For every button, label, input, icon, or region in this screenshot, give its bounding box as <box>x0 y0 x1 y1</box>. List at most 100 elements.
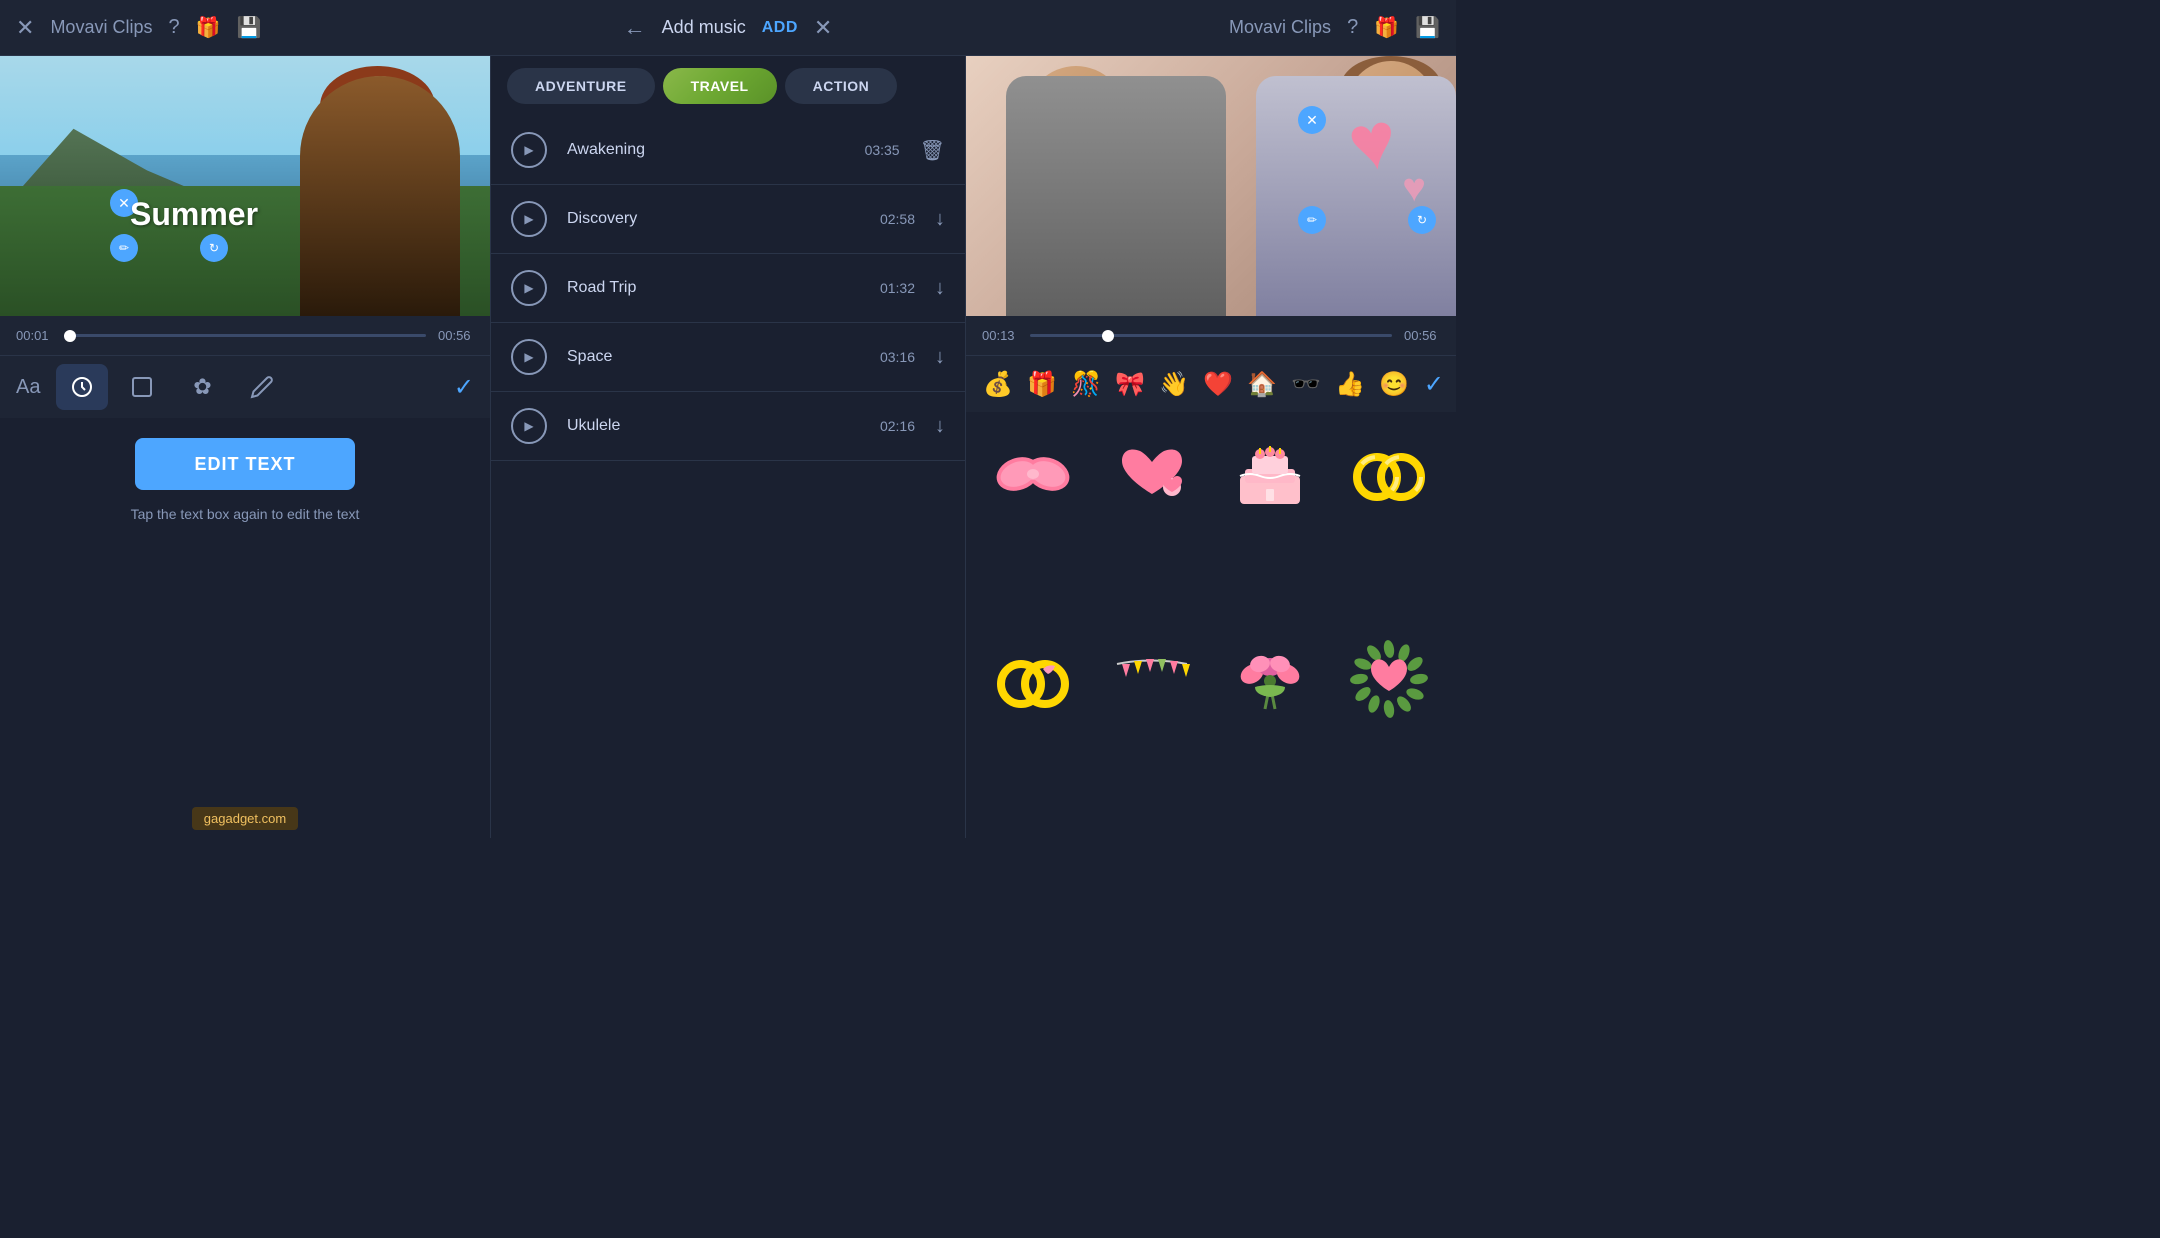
overlay-text: Summer <box>130 196 258 232</box>
track-name-discovery: Discovery <box>567 210 880 228</box>
sticker-timeline: 00:13 00:56 <box>966 316 1456 355</box>
music-list: ▶ Awakening 03:35 🗑 ▶ Discovery 02:58 ↓ … <box>491 116 965 838</box>
clock-tool-btn[interactable] <box>56 364 108 410</box>
color-tool-btn[interactable]: ✿ <box>176 364 228 410</box>
page-title: Add music <box>662 17 746 38</box>
toolbar-check-left[interactable]: ✓ <box>454 373 474 402</box>
nav-center: ← Add music ADD ✕ <box>356 15 1100 41</box>
sticker-heart-wreath[interactable] <box>1334 629 1445 729</box>
time-start-right: 00:13 <box>982 328 1018 343</box>
sticker-bow[interactable] <box>978 424 1089 524</box>
edit-hint-text: Tap the text box again to edit the text <box>131 506 360 522</box>
emoji-money[interactable]: 💰 <box>978 364 1018 404</box>
sticker-check[interactable]: ✓ <box>1424 370 1444 399</box>
download-icon-space[interactable]: ↓ <box>935 346 945 369</box>
progress-dot-left[interactable] <box>64 330 76 342</box>
play-button-space[interactable]: ▶ <box>511 339 547 375</box>
track-name-ukulele: Ukulele <box>567 417 880 435</box>
close-button-left[interactable]: ✕ <box>16 15 34 41</box>
download-icon-roadtrip[interactable]: ↓ <box>935 277 945 300</box>
play-button-roadtrip[interactable]: ▶ <box>511 270 547 306</box>
sticker-emoji-bar: 💰 🎁 🎊 🎀 👋 ❤️ 🏠 🕶️ 👍 😊 ✓ <box>966 355 1456 412</box>
emoji-heart[interactable]: ❤️ <box>1198 364 1238 404</box>
music-item[interactable]: ▶ Awakening 03:35 🗑 <box>491 116 965 185</box>
pencil-tool-btn[interactable] <box>236 364 288 410</box>
music-item[interactable]: ▶ Road Trip 01:32 ↓ <box>491 254 965 323</box>
gift-icon-left[interactable]: 🎁 <box>196 15 221 40</box>
sticker-progress-track[interactable] <box>1030 334 1392 337</box>
text-resize-handle[interactable]: ↻ <box>200 234 228 262</box>
track-name-awakening: Awakening <box>567 141 865 159</box>
save-icon-right[interactable]: 💾 <box>1415 15 1440 40</box>
sticker-progress-dot[interactable] <box>1102 330 1114 342</box>
text-size-label[interactable]: Aa <box>16 376 40 399</box>
edit-text-section: EDIT TEXT Tap the text box again to edit… <box>0 418 490 542</box>
download-icon-discovery[interactable]: ↓ <box>935 208 945 231</box>
delete-icon-awakening[interactable]: 🗑 <box>920 138 945 163</box>
emoji-party[interactable]: 🎊 <box>1066 364 1106 404</box>
track-duration-roadtrip: 01:32 <box>880 280 915 296</box>
music-item[interactable]: ▶ Space 03:16 ↓ <box>491 323 965 392</box>
top-navigation: ✕ Movavi Clips ? 🎁 💾 ← Add music ADD ✕ M… <box>0 0 1456 56</box>
sticker-rings-gold[interactable] <box>1334 424 1445 524</box>
app-title-right: Movavi Clips <box>1229 17 1331 38</box>
text-overlay[interactable]: Summer <box>130 196 258 233</box>
video-preview-left: ✕ Summer ✏ ↻ <box>0 56 490 316</box>
gift-icon-right[interactable]: 🎁 <box>1374 15 1399 40</box>
emoji-smiley[interactable]: 😊 <box>1374 364 1414 404</box>
emoji-sunglasses[interactable]: 🕶️ <box>1286 364 1326 404</box>
emoji-bow[interactable]: 🎀 <box>1110 364 1150 404</box>
back-button[interactable]: ← <box>624 15 646 41</box>
emoji-hello[interactable]: 👋 <box>1154 364 1194 404</box>
toolbar-left: Aa ✿ ✓ <box>0 355 490 418</box>
sticker-resize-handle[interactable]: ↻ <box>1408 206 1436 234</box>
music-item[interactable]: ▶ Ukulele 02:16 ↓ <box>491 392 965 461</box>
sticker-close-handle[interactable]: ✕ <box>1298 106 1326 134</box>
left-panel: ✕ Summer ✏ ↻ 00:01 00:56 Aa <box>0 56 490 838</box>
nav-left: ✕ Movavi Clips ? 🎁 💾 <box>16 15 356 41</box>
sticker-cake[interactable] <box>1215 424 1326 524</box>
edit-text-button[interactable]: EDIT TEXT <box>135 438 355 490</box>
track-duration-ukulele: 02:16 <box>880 418 915 434</box>
sticker-preview: ♥ ♥ ✕ ✏ ↻ <box>966 56 1456 316</box>
play-button-ukulele[interactable]: ▶ <box>511 408 547 444</box>
time-end-right: 00:56 <box>1404 328 1440 343</box>
sticker-bunting[interactable] <box>1097 629 1208 729</box>
time-end-left: 00:56 <box>438 328 474 343</box>
sticker-grid <box>966 412 1456 838</box>
music-item[interactable]: ▶ Discovery 02:58 ↓ <box>491 185 965 254</box>
right-panel: ♥ ♥ ✕ ✏ ↻ 00:13 00:56 💰 🎁 🎊 🎀 👋 ❤️ 🏠 🕶️ <box>966 56 1456 838</box>
frame-tool-btn[interactable] <box>116 364 168 410</box>
app-title-left: Movavi Clips <box>50 17 152 38</box>
track-duration-space: 03:16 <box>880 349 915 365</box>
text-edit-handle[interactable]: ✏ <box>110 234 138 262</box>
play-button-discovery[interactable]: ▶ <box>511 201 547 237</box>
help-icon-right[interactable]: ? <box>1347 16 1358 39</box>
download-icon-ukulele[interactable]: ↓ <box>935 415 945 438</box>
emoji-house[interactable]: 🏠 <box>1242 364 1282 404</box>
sticker-rings-pink[interactable] <box>978 629 1089 729</box>
track-name-space: Space <box>567 348 880 366</box>
man-figure <box>1006 76 1226 316</box>
couple-scene: ♥ ♥ <box>966 56 1456 316</box>
save-icon-left[interactable]: 💾 <box>237 15 262 40</box>
sticker-edit-handle[interactable]: ✏ <box>1298 206 1326 234</box>
emoji-gift[interactable]: 🎁 <box>1022 364 1062 404</box>
play-button-awakening[interactable]: ▶ <box>511 132 547 168</box>
time-start-left: 00:01 <box>16 328 52 343</box>
progress-track-left[interactable] <box>64 334 426 337</box>
emoji-thumbs-up[interactable]: 👍 <box>1330 364 1370 404</box>
close-button-center[interactable]: ✕ <box>814 15 832 41</box>
tab-action[interactable]: ACTION <box>785 68 898 104</box>
tab-travel[interactable]: TRAVEL <box>663 68 777 104</box>
person-silhouette <box>300 76 460 316</box>
center-panel: ADVENTURE TRAVEL ACTION ▶ Awakening 03:3… <box>490 56 966 838</box>
tab-adventure[interactable]: ADVENTURE <box>507 68 655 104</box>
sticker-hearts[interactable] <box>1097 424 1208 524</box>
watermark: gagadget.com <box>192 807 298 830</box>
video-background <box>0 56 490 316</box>
help-icon-left[interactable]: ? <box>168 16 179 39</box>
sticker-bouquet[interactable] <box>1215 629 1326 729</box>
nav-right: Movavi Clips ? 🎁 💾 <box>1100 15 1440 40</box>
add-button[interactable]: ADD <box>762 19 798 37</box>
